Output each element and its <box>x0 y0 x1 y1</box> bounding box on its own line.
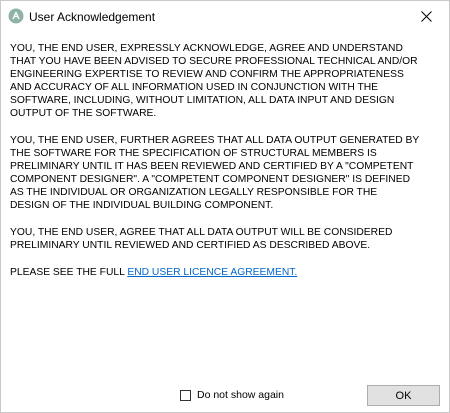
text-line: THAT YOU HAVE BEEN ADVISED TO SECURE PRO… <box>10 56 418 67</box>
text-line: DESIGN OF THE INDIVIDUAL BUILDING COMPON… <box>10 200 274 211</box>
paragraph-advice: YOU, THE END USER, EXPRESSLY ACKNOWLEDGE… <box>10 42 440 120</box>
text-line: SOFTWARE, INCLUDING, WITHOUT LIMITATION,… <box>10 95 395 106</box>
text-line: YOU, THE END USER, EXPRESSLY ACKNOWLEDGE… <box>10 43 403 54</box>
title-bar[interactable]: User Acknowledgement <box>1 1 449 33</box>
close-button[interactable] <box>403 1 449 32</box>
text-line: ENGINEERING EXPERTISE TO REVIEW AND CONF… <box>10 69 404 80</box>
text-line: AS THE INDIVIDUAL OR ORGANIZATION LEGALL… <box>10 187 378 198</box>
paragraph-certification: YOU, THE END USER, FURTHER AGREES THAT A… <box>10 134 440 212</box>
ok-button[interactable]: OK <box>367 385 440 406</box>
do-not-show-again-checkbox[interactable] <box>180 389 191 401</box>
window-title: User Acknowledgement <box>29 10 156 24</box>
licence-agreement-link[interactable]: END USER LICENCE AGREEMENT. <box>127 267 297 278</box>
do-not-show-again-option[interactable]: Do not show again <box>180 388 284 402</box>
text-line: PRELIMINARY UNTIL REVIEWED AND CERTIFIED… <box>10 240 371 251</box>
text-line: COMPONENT DESIGNER". A "COMPETENT COMPON… <box>10 174 411 185</box>
licence-prefix: PLEASE SEE THE FULL <box>10 267 128 278</box>
acknowledgement-text: YOU, THE END USER, EXPRESSLY ACKNOWLEDGE… <box>10 42 440 293</box>
text-line: YOU, THE END USER, FURTHER AGREES THAT A… <box>10 135 420 146</box>
close-icon <box>420 11 432 22</box>
text-line: OUTPUT OF THE SOFTWARE. <box>10 108 157 119</box>
paragraph-licence: PLEASE SEE THE FULL END USER LICENCE AGR… <box>10 266 440 279</box>
dialog-window: User Acknowledgement YOU, THE END USER, … <box>0 0 450 413</box>
text-line: THE SOFTWARE FOR THE SPECIFICATION OF ST… <box>10 148 377 159</box>
paragraph-preliminary: YOU, THE END USER, AGREE THAT ALL DATA O… <box>10 226 440 252</box>
text-line: AND ACCURACY OF ALL INFORMATION USED IN … <box>10 82 379 93</box>
app-logo-icon <box>8 8 24 24</box>
do-not-show-again-label[interactable]: Do not show again <box>197 388 284 402</box>
text-line: YOU, THE END USER, AGREE THAT ALL DATA O… <box>10 227 393 238</box>
text-line: PRELIMINARY UNTIL IT HAS BEEN REVIEWED A… <box>10 161 414 172</box>
